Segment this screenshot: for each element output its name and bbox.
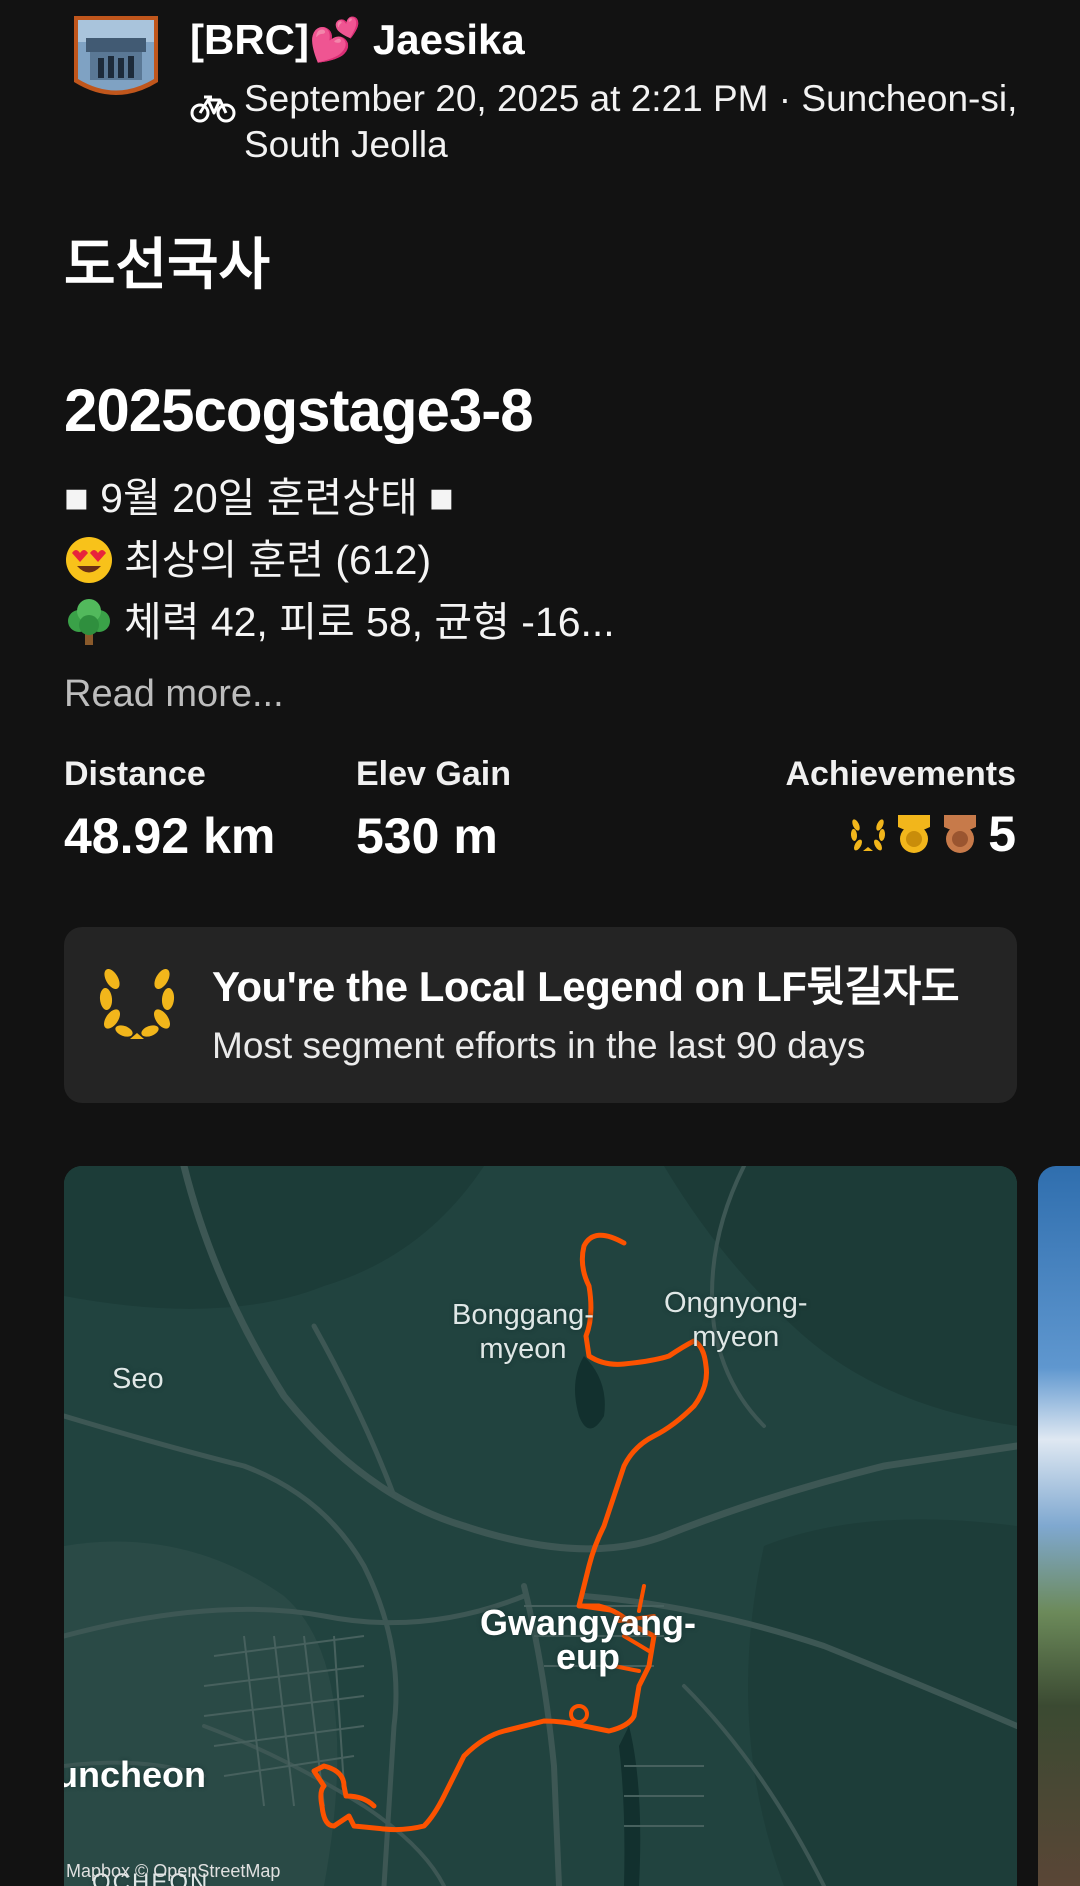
description-line: 최상의 훈련 (612) — [64, 529, 1004, 591]
elev-gain-label: Elev Gain — [356, 755, 511, 793]
activity-name: 2025cogstage3-8 — [64, 377, 534, 444]
athlete-name[interactable]: [BRC]💕 Jaesika — [190, 14, 525, 66]
elev-gain-value: 530 m — [356, 808, 498, 864]
route-map[interactable]: Seo Bonggang- myeon Ongnyong- myeon Gwan… — [64, 1166, 1017, 1886]
achievements-label: Achievements — [785, 755, 1016, 793]
map-label-bonggang: Bonggang- myeon — [452, 1298, 594, 1366]
club-badge-avatar[interactable] — [72, 12, 160, 108]
local-legend-subtitle: Most segment efforts in the last 90 days — [212, 1025, 866, 1066]
description-line: 체력 42, 피로 58, 균형 -16... — [64, 591, 1004, 653]
map-label-text: Ongnyong- — [664, 1287, 808, 1319]
local-legend-title: You're the Local Legend on LF뒷길자도 — [212, 963, 959, 1010]
map-label-text: eup — [556, 1636, 621, 1677]
distance-value: 48.92 km — [64, 808, 276, 864]
map-label-gwangyang: Gwangyang- eup — [480, 1602, 697, 1677]
description-text: ■ 9월 20일 훈련상태 ■ — [64, 475, 454, 521]
activity-photo-thumbnail[interactable] — [1038, 1166, 1080, 1886]
description-line: ■ 9월 20일 훈련상태 ■ — [64, 467, 1004, 529]
stat-distance: Distance 48.92 km — [64, 752, 275, 868]
heart-eyes-emoji-icon — [66, 537, 112, 583]
activity-date-location: September 20, 2025 at 2:21 PM · Suncheon… — [244, 78, 1018, 165]
map-attribution[interactable]: Mapbox © OpenStreetMap — [66, 1861, 280, 1882]
tree-emoji-icon — [68, 599, 110, 645]
description-text: 최상의 훈련 (612) — [124, 537, 432, 583]
stat-elev-gain: Elev Gain 530 m — [356, 752, 511, 868]
map-label-text: myeon — [692, 1321, 780, 1353]
map-label-suncheon: uncheon — [64, 1754, 206, 1795]
map-label-text: Bonggang- — [452, 1299, 594, 1331]
map-canvas — [64, 1166, 1017, 1886]
map-label-text: myeon — [479, 1333, 567, 1365]
map-label-text: Gwangyang- — [480, 1602, 697, 1643]
laurel-icon — [99, 969, 175, 1039]
activity-detail-page: [BRC]💕 Jaesika September 20, 2025 at 2:2… — [0, 0, 1080, 1886]
distance-label: Distance — [64, 755, 206, 793]
bronze-medal-icon — [944, 815, 977, 853]
description-text: 체력 42, 피로 58, 균형 -16... — [124, 599, 615, 645]
achievements-count: 5 — [988, 806, 1016, 862]
read-more-link[interactable]: Read more... — [64, 668, 284, 720]
local-legend-card[interactable]: You're the Local Legend on LF뒷길자도 Most s… — [64, 927, 1017, 1103]
map-label-seo: Seo — [112, 1363, 164, 1395]
activity-title: 도선국사 — [64, 233, 271, 296]
achievements-row: 5 — [785, 802, 1016, 866]
bike-icon — [190, 95, 236, 123]
stat-achievements[interactable]: Achievements 5 — [785, 752, 1016, 866]
gold-medal-icon — [898, 815, 931, 853]
map-label-ongnyong: Ongnyong- myeon — [664, 1286, 808, 1354]
activity-description: ■ 9월 20일 훈련상태 ■ 최상의 훈련 (612) 체력 42, 피로 5… — [64, 467, 1004, 653]
activity-header: [BRC]💕 Jaesika September 20, 2025 at 2:2… — [72, 10, 1032, 170]
laurel-icon — [851, 819, 886, 851]
